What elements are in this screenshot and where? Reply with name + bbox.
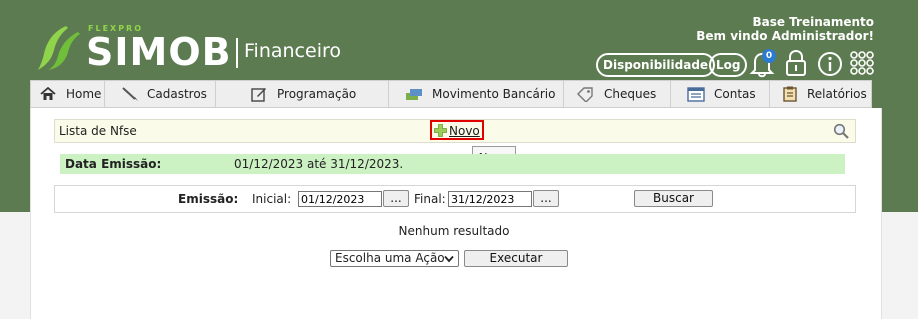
execute-button[interactable]: Executar [464,250,568,267]
lock-icon[interactable] [783,49,809,77]
apps-grid-icon[interactable] [849,50,875,76]
info-icon[interactable] [816,50,844,78]
nav-label-contas: Contas [714,87,756,101]
nav-label-cadastros: Cadastros [147,87,207,101]
nav-item-contas[interactable]: Contas [671,81,770,107]
action-select[interactable]: Escolha uma Ação [330,250,459,267]
welcome-message: Bem vindo Administrador! [696,29,874,43]
logo-divider [236,38,238,68]
nav-label-programacao: Programação [277,87,357,101]
log-button[interactable]: Log [709,53,748,77]
company-name: Base Treinamento [752,15,874,29]
brand-name: SIMOB [86,30,232,74]
logo-swoosh-icon [38,26,80,70]
nav-item-home[interactable]: Home [31,81,105,107]
main-nav: Home Cadastros Programação Movimento Ban… [30,80,872,108]
home-icon [40,86,56,100]
edit-icon [251,88,266,102]
action-select-value: Escolha uma Ação [335,251,445,265]
ledger-icon [687,87,705,102]
money-icon [406,89,422,100]
list-title: Lista de Nfse [59,124,137,138]
nav-item-programacao[interactable]: Programação [216,81,389,107]
filter-value: 01/12/2023 até 31/12/2023. [234,157,404,171]
inicial-label: Inicial: [252,192,292,206]
new-button[interactable]: Novo [430,120,484,140]
filter-summary: Data Emissão: 01/12/2023 até 31/12/2023. [60,154,845,174]
nav-label-cheques: Cheques [604,87,657,101]
final-label: Final: [414,192,446,206]
nav-item-cadastros[interactable]: Cadastros [105,81,216,107]
new-button-label: Novo [449,124,480,138]
nav-item-movimento-bancario[interactable]: Movimento Bancário [389,81,564,107]
empty-results-text: Nenhum resultado [398,224,510,238]
nav-label-relatorios: Relatórios [807,87,867,101]
plus-icon [434,124,447,137]
availability-button[interactable]: Disponibilidade [596,53,716,77]
nav-label-home: Home [66,87,102,101]
final-date-picker-button[interactable]: ... [533,190,559,207]
final-date-input[interactable] [448,191,532,207]
report-icon [783,86,797,102]
filter-label: Data Emissão: [65,157,162,171]
emissao-label: Emissão: [178,192,239,206]
inicial-date-input[interactable] [298,191,382,207]
chevron-down-icon [444,255,454,263]
nav-item-relatorios[interactable]: Relatórios [770,81,871,107]
module-name: Financeiro [244,40,341,62]
nav-label-movimento-bancario: Movimento Bancário [432,87,556,101]
welcome-block: Base Treinamento Bem vindo Administrador… [696,15,874,43]
search-icon[interactable] [833,123,849,139]
tag-icon [577,87,593,102]
app-logo: FLEXPRO SIMOB Financeiro [38,22,358,74]
notification-badge: 0 [762,49,776,63]
pen-icon [122,87,138,101]
inicial-date-picker-button[interactable]: ... [383,190,409,207]
search-button[interactable]: Buscar [634,190,713,207]
nav-item-cheques[interactable]: Cheques [564,81,671,107]
